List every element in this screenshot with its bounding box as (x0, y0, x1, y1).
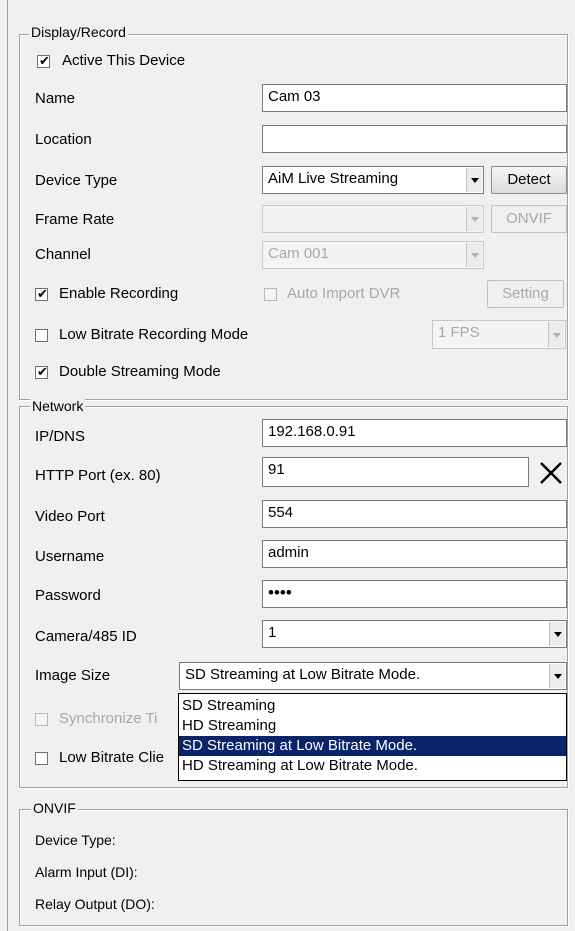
name-input[interactable]: Cam 03 (262, 84, 567, 112)
device-type-value: AiM Live Streaming (268, 170, 399, 187)
location-input[interactable] (262, 125, 567, 153)
onvif-relay-output-label: Relay Output (DO): (35, 896, 155, 912)
username-input[interactable]: admin (262, 540, 567, 568)
chevron-down-icon[interactable] (466, 168, 482, 192)
channel-value: Cam 001 (268, 245, 329, 262)
video-port-label: Video Port (35, 508, 105, 525)
display-record-legend: Display/Record (29, 24, 128, 40)
checkmark-icon: ✔ (37, 286, 48, 301)
channel-select[interactable]: Cam 001 (262, 241, 484, 269)
device-type-select[interactable]: AiM Live Streaming (262, 166, 484, 194)
enable-recording-label: Enable Recording (59, 285, 179, 302)
onvif-alarm-input-label: Alarm Input (DI): (35, 864, 138, 880)
image-size-option[interactable]: HD Streaming (179, 716, 566, 736)
double-streaming-checkbox[interactable]: ✔ (35, 364, 48, 379)
chevron-down-icon[interactable] (549, 622, 565, 646)
synchronize-checkbox[interactable] (35, 713, 48, 726)
chevron-down-icon[interactable] (548, 322, 564, 347)
active-device-label: Active This Device (62, 52, 186, 69)
video-port-input[interactable]: 554 (262, 500, 567, 528)
camera-id-value: 1 (268, 624, 277, 641)
detect-button[interactable]: Detect (491, 166, 567, 194)
onvif-button[interactable]: ONVIF (491, 205, 567, 233)
http-port-input[interactable]: 91 (262, 457, 529, 487)
camera-id-select[interactable]: 1 (262, 620, 567, 648)
checkmark-icon: ✔ (39, 53, 50, 68)
low-bitrate-client-label: Low Bitrate Clie (59, 749, 165, 766)
username-label: Username (35, 548, 105, 565)
fps-value: 1 FPS (438, 324, 480, 341)
double-streaming-label: Double Streaming Mode (59, 363, 221, 380)
close-icon[interactable] (536, 458, 566, 488)
checkmark-icon: ✔ (37, 364, 48, 379)
name-label: Name (35, 90, 76, 107)
image-size-dropdown-list: SD Streaming HD Streaming SD Streaming a… (178, 693, 567, 781)
onvif-device-type-label: Device Type: (35, 832, 116, 848)
low-bitrate-client-checkbox[interactable] (35, 752, 48, 765)
panel-left-edge (7, 0, 8, 931)
channel-label: Channel (35, 246, 91, 263)
image-size-option[interactable]: HD Streaming at Low Bitrate Mode. (179, 756, 566, 776)
camera-id-label: Camera/485 ID (35, 628, 137, 645)
auto-import-checkbox[interactable] (264, 288, 277, 301)
onvif-legend: ONVIF (31, 800, 78, 816)
chevron-down-icon[interactable] (466, 243, 482, 267)
ip-input[interactable]: 192.168.0.91 (262, 419, 567, 447)
auto-import-label: Auto Import DVR (287, 285, 401, 302)
chevron-down-icon[interactable] (466, 207, 482, 231)
low-bitrate-recording-label: Low Bitrate Recording Mode (59, 326, 249, 343)
fps-select[interactable]: 1 FPS (432, 320, 566, 349)
frame-rate-label: Frame Rate (35, 211, 115, 228)
device-type-label: Device Type (35, 172, 118, 189)
image-size-select[interactable]: SD Streaming at Low Bitrate Mode. (179, 662, 567, 690)
password-label: Password (35, 587, 101, 604)
image-size-option[interactable]: SD Streaming (179, 696, 566, 716)
image-size-option-selected[interactable]: SD Streaming at Low Bitrate Mode. (179, 736, 566, 756)
frame-rate-select[interactable] (262, 205, 484, 233)
network-legend: Network (30, 398, 86, 414)
low-bitrate-recording-checkbox[interactable] (35, 329, 48, 342)
enable-recording-checkbox[interactable]: ✔ (35, 286, 48, 301)
chevron-down-icon[interactable] (549, 664, 565, 688)
image-size-label: Image Size (35, 667, 111, 684)
synchronize-label: Synchronize Ti (59, 710, 158, 727)
ip-label: IP/DNS (35, 428, 86, 445)
http-port-label: HTTP Port (ex. 80) (35, 467, 161, 484)
location-label: Location (35, 131, 92, 148)
setting-button[interactable]: Setting (487, 280, 564, 308)
active-device-checkbox[interactable]: ✔ (37, 53, 50, 68)
password-input[interactable]: •••• (262, 580, 567, 608)
image-size-value: SD Streaming at Low Bitrate Mode. (185, 666, 421, 683)
